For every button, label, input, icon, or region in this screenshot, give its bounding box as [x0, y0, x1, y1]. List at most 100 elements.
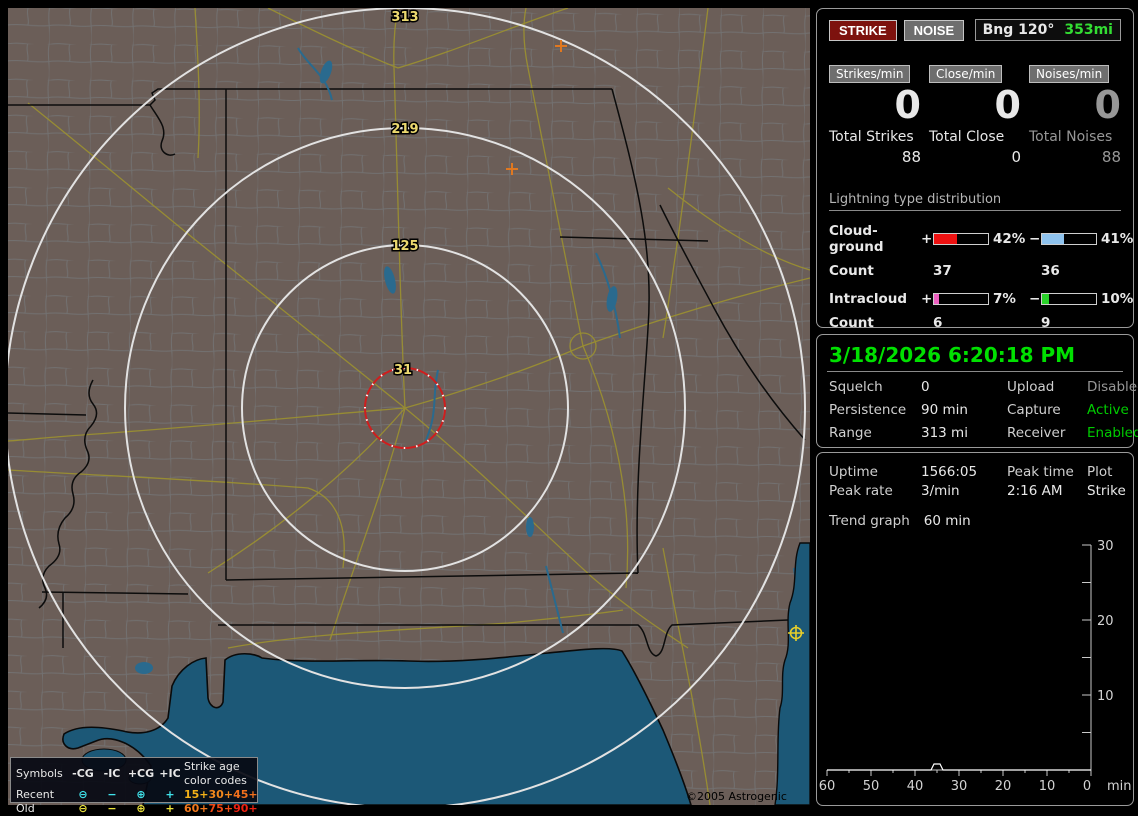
capture-value: Active — [1087, 402, 1129, 418]
peak-rate-value: 3/min — [921, 483, 960, 499]
age-30: 30+ — [208, 788, 234, 801]
cg-positive-pct: 42% — [993, 231, 1026, 247]
legend-symbols-header: Symbols — [16, 767, 63, 780]
strikes-per-min-value: 0 — [894, 83, 921, 127]
ring-label-125: 125 — [391, 239, 418, 254]
intracloud-row: Intracloud + 7% − 10% — [829, 291, 1133, 307]
cg-negative-pct: 41% — [1101, 231, 1134, 247]
recent-pic-icon: + — [165, 788, 175, 801]
svg-text:30: 30 — [951, 779, 968, 794]
svg-text:60: 60 — [819, 779, 836, 794]
status-row: Squelch 0 Upload Disabled — [827, 379, 1138, 395]
legend-row-old: Old — [16, 802, 35, 815]
datetime-display: 3/18/2026 6:20:18 PM — [827, 341, 1123, 372]
peak-time-value: 2:16 AM — [1007, 483, 1063, 499]
noises-per-min-value: 0 — [1094, 83, 1121, 127]
age-75: 75+ — [208, 802, 234, 815]
uptime-label: Uptime — [829, 464, 878, 480]
noises-per-min-button[interactable]: Noises/min — [1029, 65, 1110, 83]
recent-nic-icon: − — [107, 788, 117, 801]
peak-rate-label: Peak rate — [829, 483, 893, 499]
status-panel: 3/18/2026 6:20:18 PM Squelch 0 Upload Di… — [816, 334, 1138, 448]
range-value: 313 mi — [921, 425, 968, 441]
ic-negative-count: 9 — [1041, 315, 1051, 331]
legend-col-pcg: +CG — [127, 767, 155, 780]
intracloud-label: Intracloud — [829, 291, 908, 307]
age-45: 45+ — [233, 788, 258, 801]
persistence-value: 90 min — [921, 402, 968, 418]
close-per-min-value: 0 — [994, 83, 1021, 127]
total-strikes-label: Total Strikes — [829, 129, 914, 145]
cloud-ground-label: Cloud-ground — [829, 223, 884, 255]
trend-x-unit: min — [1107, 779, 1132, 794]
minus-sign: − — [1029, 291, 1041, 307]
stats-row: Uptime 1566:05 Peak time Plot — [827, 464, 1123, 480]
status-row: Persistence 90 min Capture Active — [827, 402, 1129, 418]
total-close-value: 0 — [1011, 148, 1021, 166]
ic-negative-pct: 10% — [1101, 291, 1134, 307]
trend-line — [827, 763, 1091, 771]
cg-positive-bar — [933, 233, 989, 245]
age-15: 15+ — [184, 788, 209, 801]
svg-text:50: 50 — [863, 779, 880, 794]
plus-sign: + — [921, 291, 933, 307]
legend-col-nic: -IC — [103, 767, 121, 780]
trend-x-tick-labels: 60 50 40 30 20 10 0 min — [819, 779, 1132, 794]
copyright-text: ©2005 Astrogenic Systems — [686, 790, 787, 816]
old-nic-icon: − — [107, 802, 117, 815]
trend-window-value: 60 min — [923, 513, 971, 529]
ring-label-219: 219 — [391, 122, 418, 137]
total-noises-value: 88 — [1101, 148, 1121, 166]
total-strikes-value: 88 — [901, 148, 921, 166]
stats-row: Peak rate 3/min 2:16 AM Strike — [827, 483, 1126, 499]
close-per-min-button[interactable]: Close/min — [929, 65, 1003, 83]
svg-text:40: 40 — [907, 779, 924, 794]
radar-map[interactable]: 313 219 125 31 Symbols -CG -IC +CG +IC S… — [8, 8, 810, 816]
range-label: Range — [829, 425, 872, 441]
old-pcg-icon: ⊕ — [136, 802, 146, 815]
peak-time-label: Peak time — [1007, 464, 1074, 480]
plot-label: Plot — [1087, 464, 1113, 480]
cg-positive-count: 37 — [933, 263, 952, 279]
svg-text:10: 10 — [1097, 689, 1114, 704]
strike-mode-button[interactable]: STRIKE — [829, 19, 897, 41]
svg-text:30: 30 — [1097, 539, 1114, 554]
total-close-label: Total Close — [929, 129, 1005, 145]
noise-mode-button[interactable]: NOISE — [903, 19, 965, 41]
ic-positive-pct: 7% — [993, 291, 1016, 307]
distribution-header: Lightning type distribution — [829, 192, 1121, 211]
map-canvas: 313 219 125 31 — [8, 8, 810, 805]
svg-text:20: 20 — [995, 779, 1012, 794]
capture-label: Capture — [1007, 402, 1061, 418]
ring-label-313: 313 — [391, 10, 418, 25]
ic-positive-bar — [933, 293, 989, 305]
count-label: Count — [829, 263, 874, 279]
map-legend: Symbols -CG -IC +CG +IC Strike age color… — [10, 757, 258, 815]
count-label: Count — [829, 315, 874, 331]
age-90: 90+ — [233, 802, 258, 815]
trend-graph-label: Trend graph — [829, 513, 910, 529]
cloud-ground-row: Cloud-ground + 42% − 41% — [829, 223, 1133, 255]
legend-row-recent: Recent — [16, 788, 55, 801]
trend-panel: Uptime 1566:05 Peak time Plot Peak rate … — [816, 452, 1134, 806]
age-60: 60+ — [184, 802, 209, 815]
status-row: Range 313 mi Receiver Enabled — [827, 425, 1138, 441]
svg-text:10: 10 — [1039, 779, 1056, 794]
receiver-label: Receiver — [1007, 425, 1066, 441]
recent-pcg-icon: ⊕ — [136, 788, 146, 801]
old-ncg-icon: ⊖ — [78, 802, 88, 815]
ic-negative-bar — [1041, 293, 1097, 305]
upload-label: Upload — [1007, 379, 1055, 395]
legend-ages-header: Strike age color codes — [184, 760, 247, 787]
legend-col-ncg: -CG — [72, 767, 94, 780]
ring-label-31: 31 — [394, 363, 412, 378]
cg-negative-bar — [1041, 233, 1097, 245]
persistence-label: Persistence — [829, 402, 907, 418]
strikes-per-min-button[interactable]: Strikes/min — [829, 65, 911, 83]
squelch-label: Squelch — [829, 379, 883, 395]
cg-negative-count: 36 — [1041, 263, 1060, 279]
intracloud-count-row: Count 6 9 — [829, 315, 1121, 331]
trend-graph-header: Trend graph 60 min — [827, 513, 1123, 529]
trend-axes — [826, 544, 1092, 776]
old-pic-icon: + — [165, 802, 175, 815]
